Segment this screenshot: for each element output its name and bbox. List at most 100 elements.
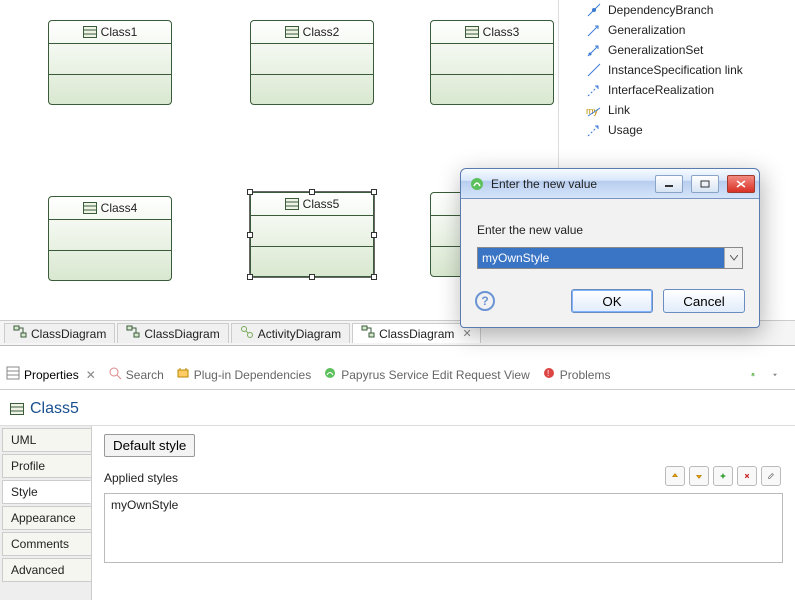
search-icon [108, 366, 122, 383]
editor-tab-0[interactable]: ClassDiagram [4, 323, 115, 343]
class-icon [465, 26, 479, 38]
view-tab-papyrus-service-edit-request-view[interactable]: Papyrus Service Edit Request View [323, 366, 530, 383]
problems-icon: ! [542, 366, 556, 383]
class-icon [83, 26, 97, 38]
view-toolbar [745, 367, 789, 383]
style-list-item[interactable]: myOwnStyle [111, 498, 776, 512]
category-tabs: UMLProfileStyleAppearanceCommentsAdvance… [0, 426, 92, 600]
resize-handle[interactable] [247, 232, 253, 238]
view-menu-button[interactable] [767, 367, 783, 383]
resize-handle[interactable] [309, 274, 315, 280]
properties-icon [6, 366, 20, 383]
view-tab-properties[interactable]: Properties ✕ [6, 366, 96, 383]
resize-handle[interactable] [371, 189, 377, 195]
chevron-down-icon[interactable] [724, 248, 742, 268]
dialog-title: Enter the new value [491, 177, 597, 191]
remove-style-button[interactable] [737, 466, 757, 486]
category-tab-appearance[interactable]: Appearance [2, 506, 91, 530]
view-tab-label: Search [126, 368, 164, 382]
view-tab-label: Problems [560, 368, 611, 382]
palette-item-generalization[interactable]: Generalization [560, 20, 795, 40]
class-name: Class1 [101, 25, 138, 39]
palette-item-link[interactable]: my Link [560, 100, 795, 120]
class-icon [285, 198, 299, 210]
plugin-icon [176, 366, 190, 383]
properties-title: Class5 [30, 400, 79, 418]
value-input[interactable] [478, 248, 724, 268]
palette-item-interfacerealization[interactable]: InterfaceRealization [560, 80, 795, 100]
close-button[interactable] [727, 175, 755, 193]
palette-label: DependencyBranch [608, 3, 713, 17]
style-actions [665, 466, 781, 486]
uml-class-class2[interactable]: Class2 [250, 20, 374, 105]
category-tab-style[interactable]: Style [2, 480, 91, 504]
view-tab-problems[interactable]: ! Problems [542, 366, 611, 383]
papyrus-app-icon [469, 176, 485, 192]
view-tab-plug-in-dependencies[interactable]: Plug-in Dependencies [176, 366, 311, 383]
palette: DependencyBranch Generalization Generaliza… [560, 0, 795, 162]
palette-label: Link [608, 103, 630, 117]
dash-arrow-icon [586, 82, 602, 98]
ok-button[interactable]: OK [571, 289, 653, 313]
move-up-button[interactable] [665, 466, 685, 486]
edit-style-button[interactable] [761, 466, 781, 486]
palette-item-instancespecification-link[interactable]: InstanceSpecification link [560, 60, 795, 80]
enter-value-dialog: Enter the new value Enter the new value … [460, 168, 760, 328]
help-button[interactable]: ? [475, 291, 495, 311]
palette-label: GeneralizationSet [608, 43, 703, 57]
dash-arrow-use-icon [586, 122, 602, 138]
svg-text:!: ! [547, 369, 549, 378]
editor-tab-label: ClassDiagram [31, 327, 106, 341]
move-down-button[interactable] [689, 466, 709, 486]
category-tab-profile[interactable]: Profile [2, 454, 91, 478]
resize-handle[interactable] [247, 274, 253, 280]
pin-view-button[interactable] [745, 367, 761, 383]
dialog-prompt: Enter the new value [477, 223, 743, 237]
palette-item-generalizationset[interactable]: GeneralizationSet [560, 40, 795, 60]
palette-item-usage[interactable]: Usage [560, 120, 795, 140]
close-tab-icon[interactable]: ✕ [462, 327, 471, 340]
papyrus-icon [323, 366, 337, 383]
editor-tab-2[interactable]: ActivityDiagram [231, 323, 350, 343]
class-name: Class2 [303, 25, 340, 39]
palette-label: Generalization [608, 23, 685, 37]
editor-tab-label: ClassDiagram [379, 327, 454, 341]
diagram-icon [361, 325, 375, 342]
uml-class-class5[interactable]: Class5 [250, 192, 374, 277]
category-tab-advanced[interactable]: Advanced [2, 558, 91, 582]
resize-handle[interactable] [247, 189, 253, 195]
view-tab-label: Papyrus Service Edit Request View [341, 368, 530, 382]
class-icon [285, 26, 299, 38]
view-tab-label: Properties [24, 368, 79, 382]
uml-class-class4[interactable]: Class4 [48, 196, 172, 281]
category-tab-uml[interactable]: UML [2, 428, 91, 452]
uml-class-class1[interactable]: Class1 [48, 20, 172, 105]
value-combobox[interactable] [477, 247, 743, 269]
maximize-button[interactable] [691, 175, 719, 193]
class-icon [10, 403, 24, 415]
palette-label: InstanceSpecification link [608, 63, 743, 77]
resize-handle[interactable] [371, 232, 377, 238]
close-icon[interactable]: ✕ [86, 368, 96, 382]
resize-handle[interactable] [371, 274, 377, 280]
views-tabs: Properties ✕ Search Plug-in Dependencies Pap… [0, 360, 795, 390]
dialog-titlebar[interactable]: Enter the new value [461, 169, 759, 199]
uml-class-class3[interactable]: Class3 [430, 20, 554, 105]
cancel-button[interactable]: Cancel [663, 289, 745, 313]
editor-tab-1[interactable]: ClassDiagram [117, 323, 228, 343]
diagram-icon [126, 325, 140, 342]
applied-styles-list[interactable]: myOwnStyle [104, 493, 783, 563]
add-style-button[interactable] [713, 466, 733, 486]
class-name: Class5 [303, 197, 340, 211]
palette-item-dependencybranch[interactable]: DependencyBranch [560, 0, 795, 20]
activity-icon [240, 325, 254, 342]
default-style-button[interactable]: Default style [104, 434, 195, 457]
link-icon: my [586, 102, 602, 118]
diagram-icon [13, 325, 27, 342]
minimize-button[interactable] [655, 175, 683, 193]
class-name: Class3 [483, 25, 520, 39]
line-icon [586, 62, 602, 78]
view-tab-search[interactable]: Search [108, 366, 164, 383]
category-tab-comments[interactable]: Comments [2, 532, 91, 556]
resize-handle[interactable] [309, 189, 315, 195]
